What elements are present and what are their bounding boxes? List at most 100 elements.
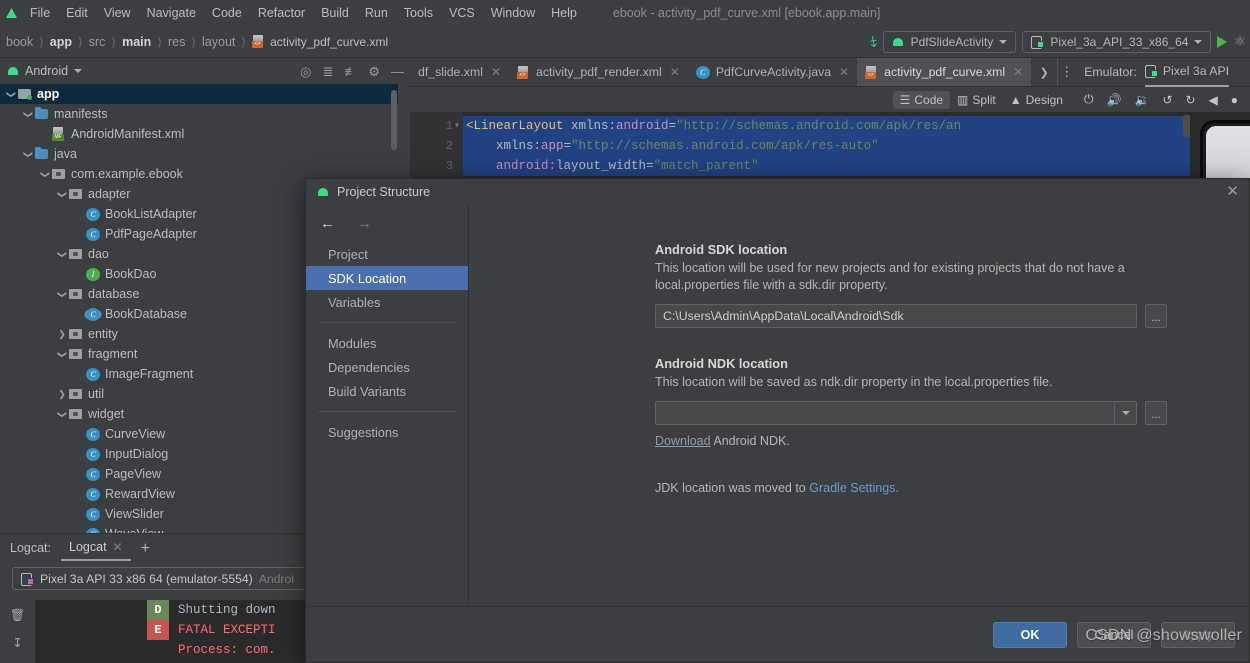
sidebar-item-build-variants[interactable]: Build Variants	[306, 379, 468, 403]
volume-down-icon[interactable]: 🔉	[1134, 93, 1149, 107]
chevron-down-icon[interactable]: ❯	[23, 107, 34, 121]
close-icon[interactable]: ✕	[1226, 184, 1239, 199]
tree-node-manifests[interactable]: ❯ manifests	[0, 104, 398, 124]
sidebar-item-project[interactable]: Project	[306, 242, 468, 266]
menu-bar: File Edit View Navigate Code Refactor Bu…	[0, 0, 1250, 26]
volume-up-icon[interactable]: 🔊	[1106, 93, 1121, 107]
project-view-label[interactable]: Android	[25, 64, 68, 78]
sidebar-item-modules[interactable]: Modules	[306, 331, 468, 355]
locate-icon[interactable]: ◎	[300, 65, 311, 78]
breadcrumb-item-book[interactable]: book	[4, 35, 35, 49]
chevron-down-icon[interactable]: ❯	[6, 87, 17, 101]
chevron-right-icon[interactable]: ❯	[55, 329, 69, 340]
make-project-icon[interactable]: ⤈	[869, 33, 878, 51]
menu-help[interactable]: Help	[543, 0, 585, 26]
chevron-down-icon[interactable]: ❯	[57, 187, 68, 201]
tree-node-androidmanifest-xml[interactable]: AndroidManifest.xml	[0, 124, 398, 144]
menu-file[interactable]: File	[22, 0, 58, 26]
menu-code[interactable]: Code	[204, 0, 250, 26]
code-token: "match_parent"	[653, 159, 759, 173]
sidebar-item-sdk-location[interactable]: SDK Location	[306, 266, 468, 290]
chevron-down-icon[interactable]: ❯	[57, 407, 68, 421]
chevron-down-icon[interactable]	[1114, 402, 1136, 424]
ndk-location-combobox[interactable]	[655, 401, 1137, 425]
back-icon[interactable]: ◀	[1209, 93, 1218, 107]
chevron-down-icon[interactable]: ❯	[57, 287, 68, 301]
chevron-right-icon[interactable]: ❯	[55, 389, 69, 400]
menu-vcs[interactable]: VCS	[441, 0, 483, 26]
chevron-down-icon[interactable]: ❯	[23, 147, 34, 161]
device-selector[interactable]: Pixel_3a_API_33_x86_64	[1022, 30, 1212, 53]
editor-mode-split[interactable]: ▥ Split	[950, 91, 1003, 109]
editor-tab-pdfcurveactivity-java[interactable]: C PdfCurveActivity.java ✕	[688, 58, 857, 86]
sidebar-item-variables[interactable]: Variables	[306, 290, 468, 314]
breadcrumb-item-main[interactable]: main	[120, 35, 153, 49]
code-token: "http://schemas.android.com/apk/res-auto…	[571, 139, 879, 153]
forward-arrow-icon[interactable]: →	[357, 215, 372, 232]
download-ndk-link[interactable]: Download	[655, 434, 711, 448]
add-logcat-tab-icon[interactable]: +	[131, 540, 160, 561]
menu-refactor[interactable]: Refactor	[250, 0, 313, 26]
sidebar-item-suggestions[interactable]: Suggestions	[306, 420, 468, 444]
hide-panel-icon[interactable]: —	[391, 65, 404, 78]
chevron-down-icon[interactable]	[74, 69, 83, 73]
clear-logcat-icon[interactable]: 🗑	[10, 608, 25, 622]
tree-node-label: database	[88, 287, 140, 301]
editor-mode-design[interactable]: ▲ Design	[1003, 91, 1070, 109]
sdk-location-input[interactable]: C:\Users\Admin\AppData\Local\Android\Sdk	[655, 304, 1137, 328]
close-icon[interactable]: ✕	[113, 540, 123, 554]
tree-node-java[interactable]: ❯ java	[0, 144, 398, 164]
rotate-left-icon[interactable]: ↺	[1162, 93, 1172, 107]
code-fold-icon[interactable]: ▾	[454, 120, 460, 132]
close-icon[interactable]: ✕	[491, 65, 501, 79]
tree-node-label: BookDatabase	[105, 307, 188, 321]
menu-window[interactable]: Window	[483, 0, 543, 26]
menu-build[interactable]: Build	[313, 0, 357, 26]
scroll-to-end-icon[interactable]: ↧	[12, 636, 22, 650]
settings-gear-icon[interactable]: ⚙	[368, 65, 380, 78]
emulator-tab[interactable]: Emulator: Pixel 3a API	[1075, 58, 1238, 87]
menu-tools[interactable]: Tools	[396, 0, 441, 26]
editor-tab-activity-pdf-render-xml[interactable]: activity_pdf_render.xml ✕	[509, 58, 688, 86]
home-icon[interactable]: ●	[1231, 93, 1238, 107]
menu-navigate[interactable]: Navigate	[139, 0, 204, 26]
tab-list-chevron-icon[interactable]: ❯	[1031, 58, 1057, 86]
ok-button[interactable]: OK	[993, 621, 1067, 648]
close-icon[interactable]: ✕	[839, 65, 849, 79]
logcat-tab[interactable]: Logcat ✕	[61, 540, 131, 561]
menu-edit[interactable]: Edit	[58, 0, 96, 26]
run-button[interactable]	[1217, 35, 1228, 48]
chevron-down-icon[interactable]: ❯	[40, 167, 51, 181]
chevron-down-icon[interactable]: ❯	[57, 247, 68, 261]
folder-icon	[35, 147, 49, 161]
menu-run[interactable]: Run	[357, 0, 396, 26]
back-arrow-icon[interactable]: ←	[320, 215, 335, 232]
editor-tab-df-slide-xml[interactable]: df_slide.xml ✕	[410, 58, 509, 86]
expand-all-icon[interactable]: ≣	[322, 65, 333, 78]
scrollbar-thumb[interactable]	[391, 90, 397, 150]
breadcrumb-item-layout[interactable]: layout	[200, 35, 237, 49]
menu-view[interactable]: View	[96, 0, 139, 26]
breadcrumb-file[interactable]: activity_pdf_curve.xml	[250, 35, 388, 49]
close-icon[interactable]: ✕	[1013, 65, 1023, 79]
editor-mode-code[interactable]: ☰ Code	[892, 90, 951, 109]
ndk-browse-button[interactable]: ...	[1145, 401, 1167, 425]
editor-tab-activity-pdf-curve-xml[interactable]: activity_pdf_curve.xml ✕	[857, 58, 1032, 86]
debug-button[interactable]: ⚛	[1233, 33, 1246, 50]
chevron-down-icon[interactable]: ❯	[57, 347, 68, 361]
tree-node-app[interactable]: ❯ app	[0, 84, 398, 104]
breadcrumb-item-app[interactable]: app	[48, 35, 74, 49]
power-icon[interactable]: ⏻	[1084, 92, 1094, 107]
breadcrumb-item-res[interactable]: res	[166, 35, 187, 49]
sidebar-item-dependencies[interactable]: Dependencies	[306, 355, 468, 379]
sidebar-item-label: Modules	[328, 335, 377, 351]
breadcrumb-item-src[interactable]: src	[87, 35, 108, 49]
sdk-browse-button[interactable]: ...	[1145, 304, 1167, 328]
run-configuration-selector[interactable]: PdfSlideActivity	[882, 30, 1017, 53]
more-options-icon[interactable]: ⋮	[1057, 58, 1075, 86]
rotate-right-icon[interactable]: ↻	[1185, 93, 1195, 107]
close-icon[interactable]: ✕	[670, 65, 680, 79]
collapse-all-icon[interactable]: ≢	[344, 65, 357, 78]
gradle-settings-link[interactable]: Gradle Settings.	[809, 481, 899, 495]
emulator-tab-device[interactable]: Pixel 3a API	[1144, 58, 1230, 87]
